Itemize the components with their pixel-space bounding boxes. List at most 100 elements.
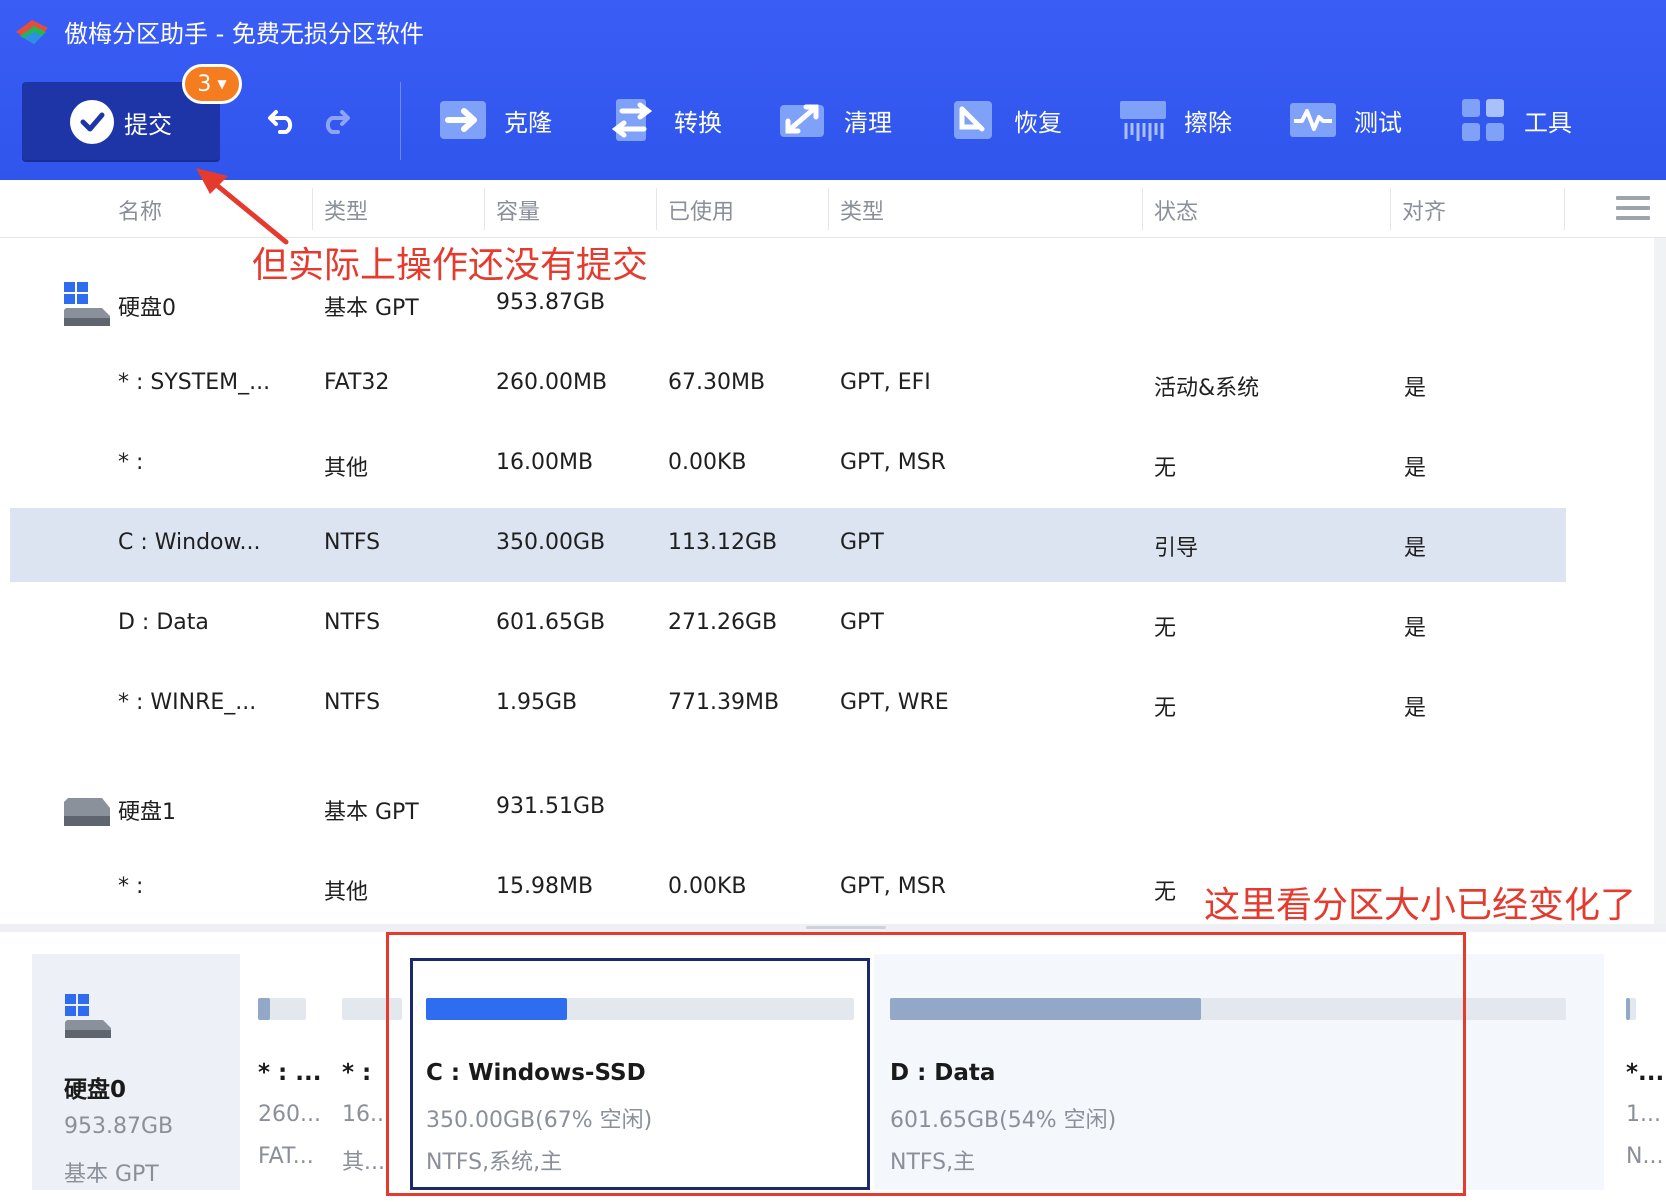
column-header-used[interactable]: 已使用 <box>668 194 734 226</box>
column-header-status[interactable]: 状态 <box>1154 194 1198 226</box>
disk-capacity: 931.51GB <box>496 794 606 819</box>
hard-disk-icon <box>64 798 110 826</box>
partition-align: 是 <box>1404 696 1427 721</box>
partition-row[interactable]: * : 其他 16.00MB 0.00KB GPT, MSR 无 是 <box>10 428 1566 502</box>
partition-type: GPT, EFI <box>840 370 931 395</box>
partition-size: 1... <box>1626 1102 1661 1127</box>
partition-type: GPT, MSR <box>840 874 946 899</box>
usage-bar <box>258 998 306 1020</box>
column-divider[interactable] <box>1390 188 1391 230</box>
convert-button[interactable]: 转换 <box>608 96 722 144</box>
partition-fs: 其他 <box>324 456 369 481</box>
disk-map-partition[interactable]: *... 1... N... <box>1610 954 1666 1190</box>
partition-fs: 其他 <box>324 880 369 905</box>
column-divider[interactable] <box>1142 188 1143 230</box>
convert-label: 转换 <box>674 108 722 137</box>
disk-row-0[interactable]: 硬盘0 基本 GPT 953.87GB <box>10 268 1566 342</box>
partition-row[interactable]: * : SYSTEM_... FAT32 260.00MB 67.30MB GP… <box>10 348 1566 422</box>
partition-size: 260... <box>258 1102 321 1127</box>
partition-size: 16... <box>342 1102 391 1127</box>
partition-fs: NTFS <box>324 610 381 635</box>
clean-icon <box>780 104 824 137</box>
column-divider[interactable] <box>312 188 313 230</box>
pending-operations-badge[interactable]: 3 ▼ <box>182 64 242 104</box>
partition-used: 0.00KB <box>668 450 747 475</box>
app-title: 傲梅分区助手 - 免费无损分区软件 <box>64 20 424 48</box>
partition-row-selected[interactable]: C : Window... NTFS 350.00GB 113.12GB GPT… <box>10 508 1566 582</box>
toolbar-separator <box>400 82 401 160</box>
undo-icon[interactable] <box>266 102 300 136</box>
partition-type: GPT <box>840 610 884 635</box>
partition-status: 无 <box>1154 456 1177 481</box>
test-label: 测试 <box>1354 108 1402 137</box>
windows-disk-icon <box>65 994 111 1038</box>
partition-used: 0.00KB <box>668 874 747 899</box>
partition-name: * : WINRE_... <box>118 690 257 715</box>
column-divider[interactable] <box>1564 188 1565 230</box>
wipe-button[interactable]: 擦除 <box>1118 96 1232 144</box>
partition-used: 67.30MB <box>668 370 766 395</box>
partition-status: 无 <box>1154 880 1177 905</box>
partition-used: 771.39MB <box>668 690 780 715</box>
partition-used: 271.26GB <box>668 610 778 635</box>
chevron-down-icon: ▼ <box>217 77 227 91</box>
disk-map-disk-type: 基本 GPT <box>64 1162 159 1187</box>
splitter-grip[interactable] <box>806 926 886 929</box>
tools-icon <box>1462 99 1504 141</box>
column-header-type[interactable]: 类型 <box>324 194 368 226</box>
partition-type: GPT <box>840 530 884 555</box>
usage-bar-fill <box>258 998 271 1020</box>
test-icon <box>1290 103 1336 137</box>
recover-icon <box>954 101 992 139</box>
column-divider[interactable] <box>828 188 829 230</box>
recover-label: 恢复 <box>1014 108 1062 137</box>
partition-status: 无 <box>1154 696 1177 721</box>
commit-label: 提交 <box>124 110 172 139</box>
clone-icon <box>440 101 486 139</box>
partition-fs-info: N... <box>1626 1144 1664 1169</box>
partition-name: * : SYSTEM_... <box>118 370 271 395</box>
partition-name: * : <box>118 874 144 899</box>
disk-capacity: 953.87GB <box>496 290 606 315</box>
tools-button[interactable]: 工具 <box>1458 96 1572 144</box>
partition-row[interactable]: * : WINRE_... NTFS 1.95GB 771.39MB GPT, … <box>10 668 1566 742</box>
test-button[interactable]: 测试 <box>1288 96 1402 144</box>
partition-used: 113.12GB <box>668 530 778 555</box>
redo-icon[interactable] <box>318 102 352 136</box>
annotation-commit-note: 但实际上操作还没有提交 <box>252 245 649 286</box>
partition-row[interactable]: D : Data NTFS 601.65GB 271.26GB GPT 无 是 <box>10 588 1566 662</box>
usage-bar-fill <box>1626 998 1630 1020</box>
wipe-icon <box>1120 101 1166 141</box>
partition-capacity: 15.98MB <box>496 874 594 899</box>
partition-align: 是 <box>1404 536 1427 561</box>
partition-capacity: 601.65GB <box>496 610 606 635</box>
usage-bar <box>1626 998 1636 1020</box>
disk-name: 硬盘0 <box>118 296 176 321</box>
top-bar: 傲梅分区助手 - 免费无损分区软件 提交 3 ▼ 克隆 转换 清理 恢复 擦除 … <box>0 0 1666 180</box>
partition-fs-info: 其... <box>342 1150 385 1175</box>
partition-type: GPT, WRE <box>840 690 949 715</box>
partition-align: 是 <box>1404 616 1427 641</box>
partition-fs: NTFS <box>324 530 381 555</box>
clean-button[interactable]: 清理 <box>778 96 892 144</box>
column-menu-icon[interactable] <box>1616 196 1650 224</box>
disk-map-partition[interactable]: * : ... 260... FAT... <box>244 954 322 1190</box>
partition-fs: FAT32 <box>324 370 390 395</box>
column-header-partition-type[interactable]: 类型 <box>840 194 884 226</box>
column-header-name[interactable]: 名称 <box>118 194 162 226</box>
partition-label: * : ... <box>258 1060 322 1086</box>
disk-map-disk-card[interactable]: 硬盘0 953.87GB 基本 GPT <box>32 954 240 1190</box>
vertical-scrollbar[interactable] <box>1654 238 1666 928</box>
partition-label: * : <box>342 1060 372 1086</box>
clone-button[interactable]: 克隆 <box>438 96 552 144</box>
column-divider[interactable] <box>484 188 485 230</box>
app-logo-icon <box>16 20 48 44</box>
partition-align: 是 <box>1404 376 1427 401</box>
disk-row-1[interactable]: 硬盘1 基本 GPT 931.51GB <box>10 772 1566 846</box>
column-header-align[interactable]: 对齐 <box>1402 194 1446 226</box>
column-header-capacity[interactable]: 容量 <box>496 194 540 226</box>
column-divider[interactable] <box>656 188 657 230</box>
recover-button[interactable]: 恢复 <box>948 96 1062 144</box>
partition-name: D : Data <box>118 610 209 635</box>
partition-capacity: 350.00GB <box>496 530 606 555</box>
